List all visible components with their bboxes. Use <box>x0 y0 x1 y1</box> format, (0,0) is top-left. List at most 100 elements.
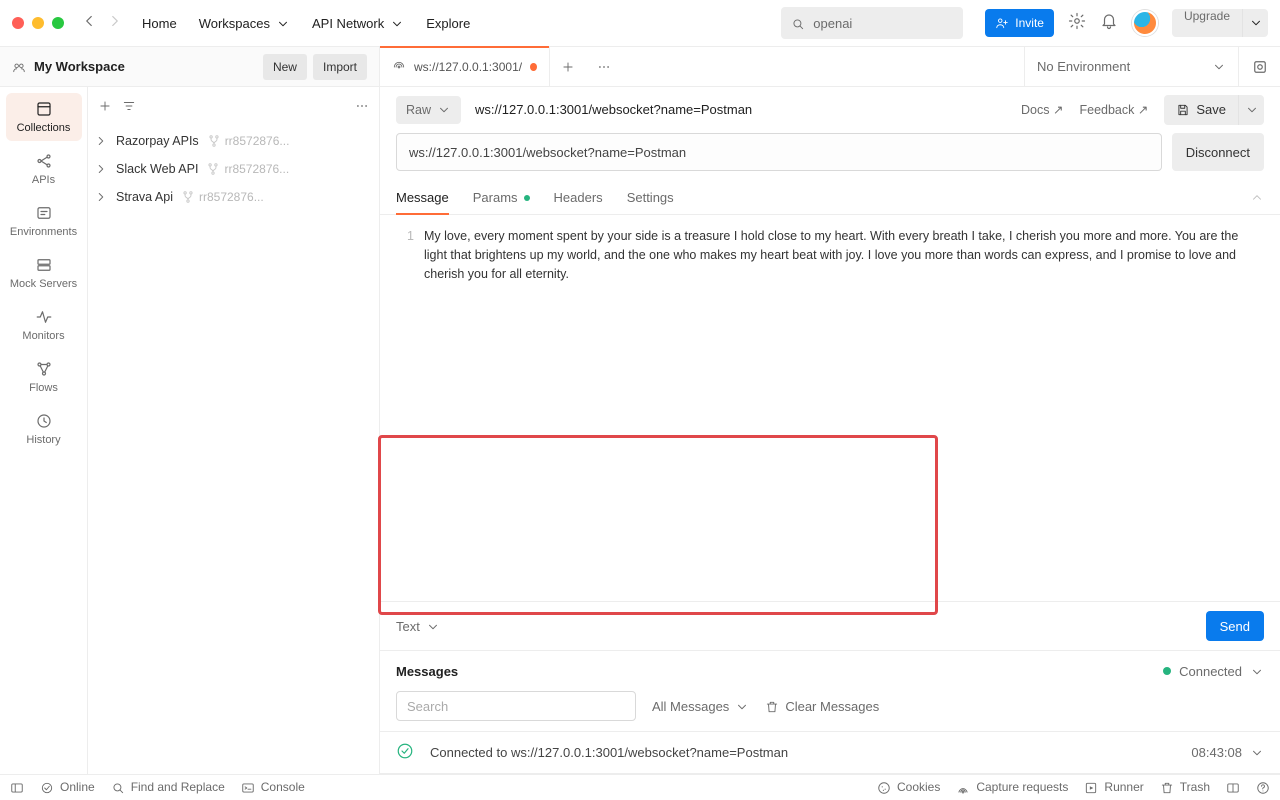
unsaved-dot-icon <box>530 63 537 71</box>
filter-button[interactable] <box>122 98 136 116</box>
window-min-dot[interactable] <box>32 17 44 29</box>
tab-message[interactable]: Message <box>396 181 449 214</box>
capture-button[interactable]: Capture requests <box>956 780 1068 795</box>
menu-api-network[interactable]: API Network <box>312 15 404 31</box>
global-search-value: openai <box>813 16 852 31</box>
messages-filter[interactable]: All Messages <box>652 698 749 714</box>
request-title: ws://127.0.0.1:3001/websocket?name=Postm… <box>475 102 752 117</box>
chevron-right-icon <box>94 190 108 205</box>
disconnect-button[interactable]: Disconnect <box>1172 133 1264 171</box>
bell-icon[interactable] <box>1100 12 1118 35</box>
toggle-sidebar-icon[interactable] <box>10 780 24 795</box>
environment-quicklook[interactable] <box>1238 47 1280 86</box>
clear-messages-button[interactable]: Clear Messages <box>765 698 879 714</box>
status-dot-icon <box>1163 667 1171 675</box>
console-button[interactable]: Console <box>241 780 305 795</box>
online-status[interactable]: Online <box>40 780 95 795</box>
tabs-overflow-button[interactable] <box>586 47 622 86</box>
capture-label: Capture requests <box>976 780 1068 794</box>
tab-params-label: Params <box>473 190 518 205</box>
workspace-selector[interactable]: My Workspace <box>12 59 125 75</box>
collection-item[interactable]: Slack Web API rr8572876... <box>88 155 379 183</box>
add-collection-button[interactable] <box>98 98 112 116</box>
trash-button[interactable]: Trash <box>1160 780 1210 795</box>
play-icon <box>1084 780 1098 795</box>
invite-button[interactable]: Invite <box>985 9 1054 37</box>
new-tab-button[interactable] <box>550 47 586 86</box>
request-tab[interactable]: ws://127.0.0.1:3001/wet <box>380 47 550 86</box>
import-button[interactable]: Import <box>313 54 367 80</box>
message-text: Connected to ws://127.0.0.1:3001/websock… <box>430 745 788 760</box>
two-pane-icon[interactable] <box>1226 780 1240 795</box>
rail-apis[interactable]: APIs <box>6 145 82 193</box>
rail-flows-label: Flows <box>29 382 58 394</box>
workspace-icon <box>12 59 26 75</box>
message-row[interactable]: Connected to ws://127.0.0.1:3001/websock… <box>380 731 1280 774</box>
window-close-dot[interactable] <box>12 17 24 29</box>
rail-flows[interactable]: Flows <box>6 353 82 401</box>
runner-label: Runner <box>1104 780 1143 794</box>
nav-forward-icon[interactable] <box>106 12 124 35</box>
tab-headers[interactable]: Headers <box>554 181 603 214</box>
send-button[interactable]: Send <box>1206 611 1264 641</box>
menu-home[interactable]: Home <box>142 16 177 31</box>
environment-selector[interactable]: No Environment <box>1024 47 1238 86</box>
collection-item[interactable]: Strava Api rr8572876... <box>88 183 379 211</box>
menu-workspaces[interactable]: Workspaces <box>199 15 290 31</box>
rail-collections-label: Collections <box>17 122 71 134</box>
rail-monitors[interactable]: Monitors <box>6 301 82 349</box>
docs-link[interactable]: Docs ↗ <box>1021 102 1063 117</box>
invite-label: Invite <box>1015 16 1044 30</box>
sidebar-overflow-button[interactable] <box>355 98 369 116</box>
websocket-icon <box>392 59 406 74</box>
rail-mock-servers[interactable]: Mock Servers <box>6 249 82 297</box>
message-editor[interactable]: My love, every moment spent by your side… <box>424 227 1264 283</box>
message-type-label: Text <box>396 619 420 634</box>
runner-button[interactable]: Runner <box>1084 780 1143 795</box>
save-caret[interactable] <box>1238 95 1264 125</box>
tab-message-label: Message <box>396 190 449 205</box>
window-max-dot[interactable] <box>52 17 64 29</box>
save-icon <box>1176 102 1190 118</box>
connection-status[interactable]: Connected <box>1163 663 1264 679</box>
cookies-button[interactable]: Cookies <box>877 780 940 795</box>
save-button[interactable]: Save <box>1164 95 1238 125</box>
rail-mock-label: Mock Servers <box>10 278 77 290</box>
nav-back-icon[interactable] <box>80 12 98 35</box>
url-input[interactable]: ws://127.0.0.1:3001/websocket?name=Postm… <box>396 133 1162 171</box>
messages-search[interactable]: Search <box>396 691 636 721</box>
rail-environments[interactable]: Environments <box>6 197 82 245</box>
feedback-link[interactable]: Feedback ↗ <box>1079 102 1148 117</box>
cookie-icon <box>877 780 891 795</box>
docs-label: Docs <box>1021 103 1049 117</box>
rail-history[interactable]: History <box>6 405 82 453</box>
collection-hash: rr8572876... <box>224 162 289 176</box>
upgrade-button[interactable]: Upgrade <box>1172 9 1242 37</box>
protocol-selector[interactable]: Raw <box>396 96 461 124</box>
rail-apis-label: APIs <box>32 174 55 186</box>
trash-icon <box>1160 780 1174 795</box>
workspace-name: My Workspace <box>34 59 125 74</box>
global-search[interactable]: openai <box>781 7 963 39</box>
tab-params[interactable]: Params <box>473 181 530 214</box>
rail-collections[interactable]: Collections <box>6 93 82 141</box>
search-icon <box>111 780 125 795</box>
find-replace-button[interactable]: Find and Replace <box>111 780 225 795</box>
chevron-right-icon <box>94 134 108 149</box>
url-value: ws://127.0.0.1:3001/websocket?name=Postm… <box>409 145 686 160</box>
upgrade-caret[interactable] <box>1242 9 1268 37</box>
console-label: Console <box>261 780 305 794</box>
trash-icon <box>765 698 779 714</box>
help-icon[interactable] <box>1256 780 1270 795</box>
menu-explore[interactable]: Explore <box>426 16 470 31</box>
collection-name: Razorpay APIs <box>116 134 199 148</box>
tab-settings[interactable]: Settings <box>627 181 674 214</box>
new-button[interactable]: New <box>263 54 307 80</box>
collection-item[interactable]: Razorpay APIs rr8572876... <box>88 127 379 155</box>
message-type-selector[interactable]: Text <box>396 618 440 634</box>
chevron-down-icon <box>390 15 404 31</box>
collapse-icon[interactable] <box>1250 190 1264 206</box>
check-circle-icon <box>396 742 414 763</box>
avatar[interactable] <box>1132 10 1158 36</box>
settings-icon[interactable] <box>1068 12 1086 35</box>
